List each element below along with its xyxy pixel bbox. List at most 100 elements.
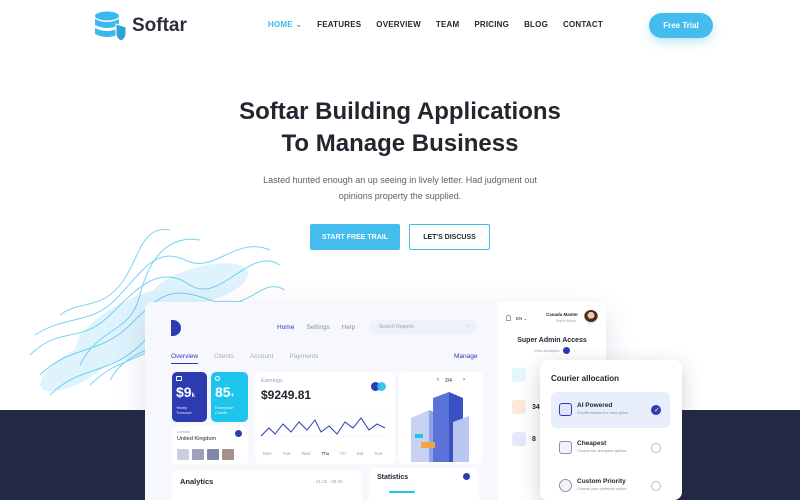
receipt-icon bbox=[559, 441, 572, 454]
hero-subtitle: Lasted hunted enough an up seeing in liv… bbox=[263, 175, 537, 201]
lets-discuss-button[interactable]: LET'S DISCUSS bbox=[409, 224, 490, 250]
earnings-days: Mon Tue Wed Thu Fri Sat Sun bbox=[263, 451, 382, 456]
building-illustration bbox=[411, 392, 469, 462]
wallet-icon bbox=[176, 376, 182, 381]
option-desc: Choose the cheapest options. bbox=[577, 449, 628, 453]
start-free-trial-button[interactable]: START FREE TRAIL bbox=[310, 224, 400, 250]
tab-clients[interactable]: Clients bbox=[214, 353, 234, 364]
document-icon bbox=[512, 368, 526, 382]
radio-button[interactable] bbox=[651, 481, 661, 491]
clients-unit: + bbox=[230, 393, 235, 399]
option-custom-priority[interactable]: Custom Priority Choose your preferred op… bbox=[551, 468, 670, 500]
manage-link[interactable]: Manage bbox=[454, 353, 478, 360]
photo-thumbnail bbox=[192, 449, 204, 460]
clients-card: 85+ Enterprise Clients bbox=[211, 372, 248, 422]
option-name: Custom Priority bbox=[577, 478, 626, 485]
bell-icon[interactable] bbox=[506, 315, 511, 321]
clients-number: 85 bbox=[215, 384, 231, 400]
analytics-range[interactable]: 21.02 - 28.02 bbox=[316, 479, 343, 484]
photo-thumbnail bbox=[222, 449, 234, 460]
mastercard-icon bbox=[371, 382, 387, 391]
turnover-number: $9 bbox=[176, 384, 192, 400]
file-icon bbox=[512, 432, 526, 446]
turnover-unit: k bbox=[191, 393, 195, 399]
tab-payments[interactable]: Payments bbox=[289, 353, 318, 364]
turnover-value: $9k bbox=[176, 384, 195, 400]
tab-home[interactable]: Home bbox=[277, 324, 294, 331]
hero-title-line2: To Manage Business bbox=[281, 130, 519, 157]
nav-features[interactable]: FEATURES bbox=[317, 20, 361, 29]
dashboard-sub-tabs: Overview Clients Account Payments bbox=[171, 353, 318, 364]
option-desc: Shipitle selects the best option. bbox=[577, 411, 630, 415]
check-icon[interactable]: ✓ bbox=[651, 405, 661, 415]
avatar[interactable] bbox=[584, 310, 598, 324]
location-city: London bbox=[177, 429, 191, 434]
tab-help[interactable]: Help bbox=[342, 324, 355, 331]
analytics-title: Analytics bbox=[180, 477, 214, 486]
option-name: Cheapest bbox=[577, 440, 607, 447]
statistics-title: Statistics bbox=[377, 474, 409, 481]
hero-title-line1: Softar Building Applications bbox=[239, 98, 561, 125]
nav-overview[interactable]: OVERVIEW bbox=[376, 20, 421, 29]
tab-account[interactable]: Account bbox=[250, 353, 274, 364]
nav-home-label: HOME bbox=[268, 20, 293, 29]
analytics-card: Analytics 21.02 - 28.02 bbox=[172, 470, 362, 500]
location-country: United Kingdom bbox=[177, 436, 217, 442]
turnover-label: Yearly Turnover bbox=[176, 405, 192, 415]
nav-team[interactable]: TEAM bbox=[436, 20, 459, 29]
search-icon: ⌕ bbox=[466, 323, 469, 329]
photo-thumbnail bbox=[177, 449, 189, 460]
day-label: Mon bbox=[263, 451, 272, 456]
earnings-label: Earnings bbox=[261, 378, 283, 384]
option-desc: Choose your preferred option. bbox=[577, 487, 628, 491]
nav-home[interactable]: HOME ⌄ bbox=[268, 20, 302, 29]
dashboard-logo-icon bbox=[171, 320, 181, 336]
courier-allocation-card: Courier allocation AI Powered Shipitle s… bbox=[540, 360, 682, 500]
sidebar-stat: 34 bbox=[532, 404, 540, 411]
tab-overview[interactable]: Overview bbox=[171, 353, 199, 364]
brand-logo[interactable]: Softar bbox=[94, 10, 187, 42]
turnover-card: $9k Yearly Turnover bbox=[172, 372, 207, 422]
coin-icon bbox=[512, 400, 526, 414]
pager: 2/4 bbox=[445, 378, 452, 384]
nav-pricing[interactable]: PRICING bbox=[474, 20, 509, 29]
chevron-left-icon[interactable]: ‹ bbox=[437, 377, 439, 383]
language-select[interactable]: EN ⌄ bbox=[516, 316, 527, 322]
sidebar-title: Super Admin Access bbox=[517, 337, 587, 344]
chevron-right-icon[interactable]: › bbox=[463, 377, 465, 383]
option-ai-powered[interactable]: AI Powered Shipitle selects the best opt… bbox=[551, 392, 670, 428]
nav-blog[interactable]: BLOG bbox=[524, 20, 548, 29]
plus-icon[interactable] bbox=[463, 473, 470, 480]
tab-settings[interactable]: Settings bbox=[306, 324, 330, 331]
earnings-value: $9249.81 bbox=[261, 388, 312, 402]
day-label: Sat bbox=[356, 451, 364, 456]
brand-name: Softar bbox=[132, 15, 187, 36]
chevron-down-icon: ⌄ bbox=[523, 316, 528, 321]
sidebar-stat: 8 bbox=[532, 436, 536, 443]
clients-value: 85+ bbox=[215, 384, 234, 400]
user-name: Canada Master bbox=[546, 312, 579, 317]
location-card: London United Kingdom bbox=[172, 426, 248, 464]
statistics-card: Statistics bbox=[369, 468, 479, 500]
view-analytics-link[interactable]: View Analytics bbox=[534, 348, 560, 353]
earnings-card: Earnings $9249.81 Mon Tue Wed Thu Fri Sa… bbox=[255, 372, 395, 464]
chevron-down-icon: ⌄ bbox=[295, 20, 303, 29]
day-label: Wed bbox=[301, 451, 311, 456]
day-label: Fri bbox=[340, 451, 346, 456]
photo-thumbnail bbox=[207, 449, 219, 460]
dashboard-mockup: Home Settings Help Search Reports ⌕ Over… bbox=[145, 302, 606, 500]
statistics-bar bbox=[389, 491, 415, 493]
chip-icon bbox=[559, 403, 572, 416]
day-label: Tue bbox=[282, 451, 291, 456]
main-nav: HOME ⌄ FEATURES OVERVIEW TEAM PRICING BL… bbox=[268, 20, 618, 29]
option-cheapest[interactable]: Cheapest Choose the cheapest options. bbox=[551, 430, 670, 466]
nav-contact[interactable]: CONTACT bbox=[563, 20, 603, 29]
gauge-icon bbox=[559, 479, 572, 492]
radio-button[interactable] bbox=[651, 443, 661, 453]
search-input[interactable]: Search Reports ⌕ bbox=[369, 320, 477, 334]
free-trial-button[interactable]: Free Trial bbox=[649, 13, 713, 38]
building-illustration-card: ‹ 2/4 › bbox=[399, 372, 483, 464]
plus-icon[interactable] bbox=[235, 430, 242, 437]
option-name: AI Powered bbox=[577, 402, 613, 409]
search-placeholder: Search Reports bbox=[379, 324, 414, 330]
